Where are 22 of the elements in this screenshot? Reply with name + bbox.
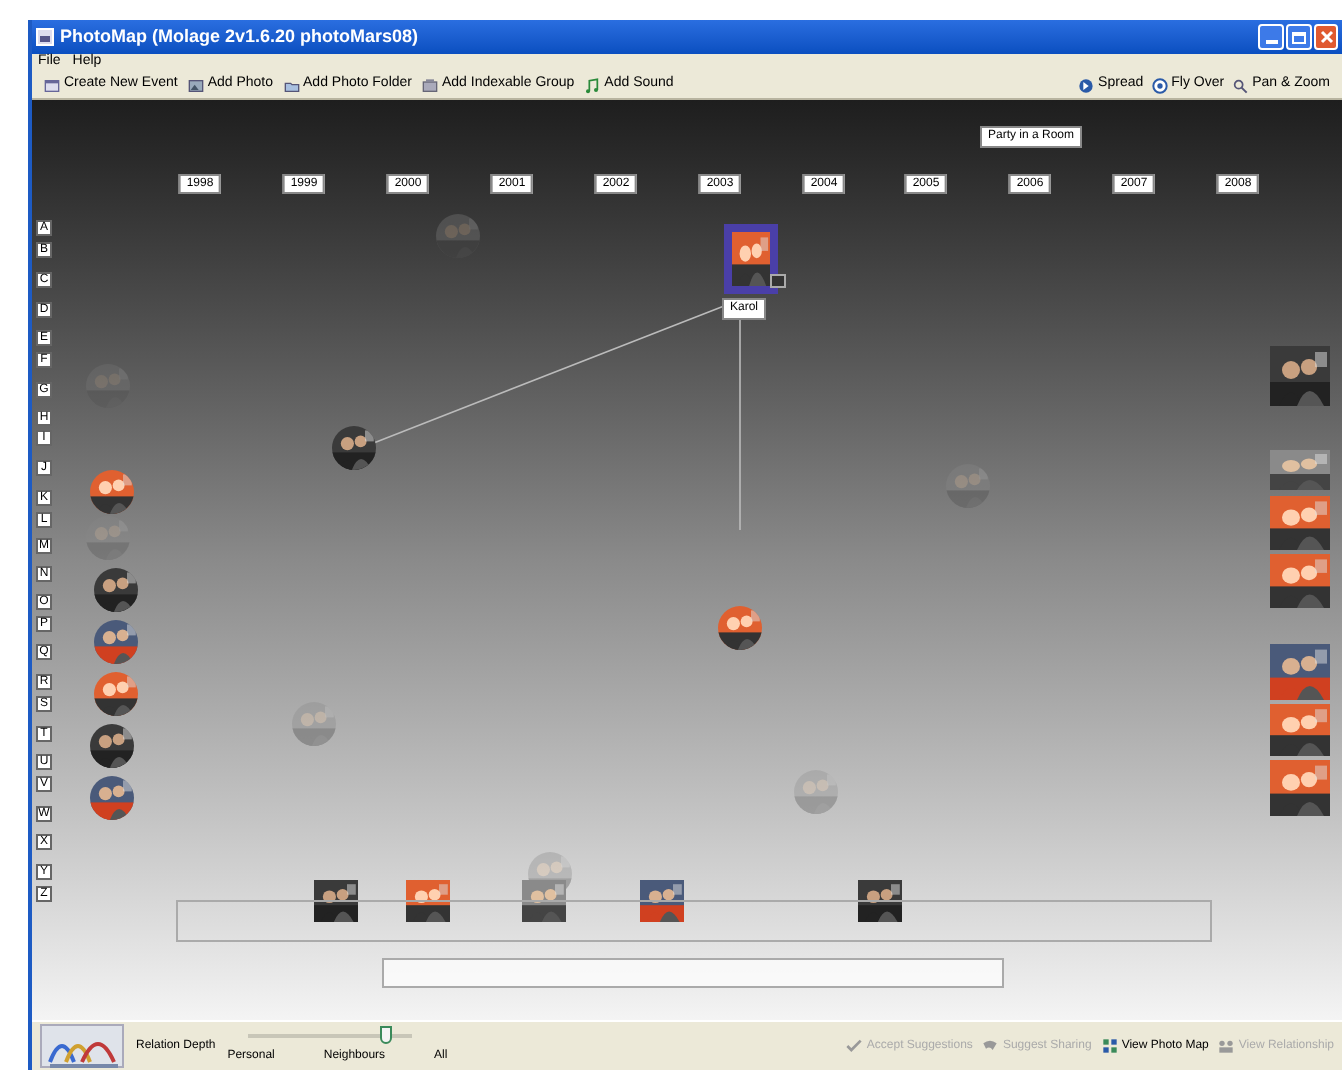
app-icon [36,28,54,46]
folder-icon [283,77,300,93]
maximize-button[interactable] [1286,24,1312,50]
grid-icon [1101,1038,1118,1054]
checkmark-icon [846,1038,863,1054]
music-note-icon [584,77,601,93]
calendar-icon [44,77,60,93]
caption-field[interactable] [382,958,1004,988]
people-icon [1218,1038,1235,1054]
search-icon [1232,77,1249,93]
stack-icon [422,77,438,93]
slider-thumb[interactable] [380,1026,393,1044]
window-title: PhotoMap (Molage 2v1.6.20 photoMars08) [60,23,419,50]
close-button[interactable] [1314,24,1338,50]
selected-photo-frame[interactable] [724,224,778,294]
close-icon [1319,30,1333,44]
target-icon [1151,77,1168,93]
photo-marker-icon [770,274,786,288]
image-icon [187,77,204,93]
logo [40,1024,124,1068]
minimize-button[interactable] [1258,24,1284,50]
play-icon [1078,77,1095,93]
